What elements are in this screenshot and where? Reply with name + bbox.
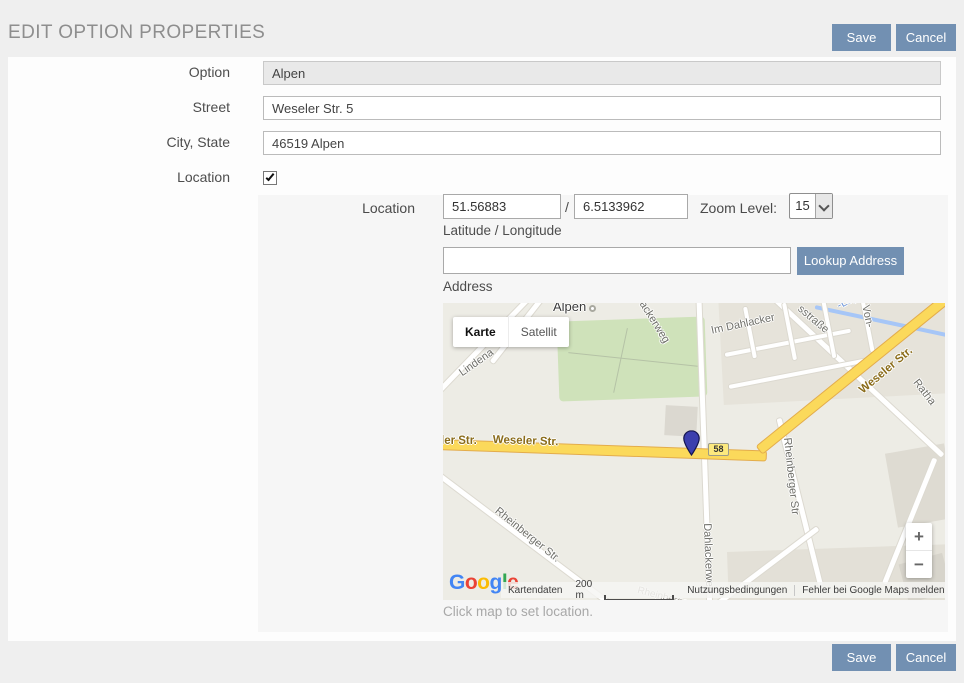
location-label: Location bbox=[8, 169, 230, 185]
cancel-button-bottom[interactable]: Cancel bbox=[896, 644, 956, 671]
city-state-input[interactable] bbox=[263, 131, 941, 155]
edit-option-properties-page: EDIT OPTION PROPERTIES Save Cancel Optio… bbox=[0, 0, 964, 683]
map-canvas[interactable]: Alpen Lindena ackerweg Im Dahlacker sstr… bbox=[443, 303, 945, 600]
map-type-control: Karte Satellit bbox=[453, 317, 569, 347]
cancel-button-top[interactable]: Cancel bbox=[896, 24, 956, 51]
google-logo-letter: G bbox=[449, 571, 465, 594]
map-type-satellit-button[interactable]: Satellit bbox=[508, 317, 569, 347]
map-marker-icon[interactable] bbox=[683, 430, 700, 461]
google-logo-letter: o bbox=[465, 571, 477, 594]
map-attribution-bar: Kartendaten 200 m Nutzungsbedingungen Fe… bbox=[501, 582, 945, 598]
map-zoom-control: + − bbox=[906, 523, 932, 578]
save-button-bottom[interactable]: Save bbox=[832, 644, 891, 671]
map-scale-label: 200 m bbox=[576, 579, 601, 600]
page-title: EDIT OPTION PROPERTIES bbox=[8, 22, 265, 44]
city-state-label: City, State bbox=[8, 134, 230, 150]
option-label: Option bbox=[8, 64, 230, 80]
google-logo-letter: g bbox=[490, 571, 502, 594]
zoom-out-button[interactable]: − bbox=[906, 551, 932, 578]
map-scale: 200 m bbox=[570, 579, 681, 600]
map-street-label-rheinberger-vert: Rheinberger Str bbox=[781, 437, 801, 515]
route-58-badge: 58 bbox=[708, 443, 729, 456]
longitude-input[interactable] bbox=[574, 194, 688, 219]
map-park-path bbox=[568, 352, 697, 367]
map-road-label-weseler-left: ler Str. bbox=[443, 435, 477, 447]
report-error-link[interactable]: Fehler bei Google Maps melden bbox=[794, 585, 945, 596]
map-park-path bbox=[613, 328, 628, 393]
map-scale-bar bbox=[604, 595, 674, 600]
latitude-input[interactable] bbox=[443, 194, 561, 219]
map-place-label: Alpen bbox=[553, 303, 586, 314]
zoom-in-button[interactable]: + bbox=[906, 523, 932, 551]
latlng-hint: Latitude / Longitude bbox=[443, 223, 562, 238]
chevron-down-icon bbox=[815, 194, 832, 218]
location-checkbox[interactable] bbox=[263, 171, 277, 185]
zoom-level-select[interactable]: 15 bbox=[789, 193, 833, 219]
checkmark-icon bbox=[266, 172, 275, 181]
map-type-karte-button[interactable]: Karte bbox=[453, 317, 508, 347]
map-park-area bbox=[557, 316, 708, 401]
map-road-label-weseler-mid: Weseler Str. bbox=[493, 434, 559, 448]
save-button-top[interactable]: Save bbox=[832, 24, 891, 51]
option-input[interactable] bbox=[263, 61, 941, 85]
map-data-label: Kartendaten bbox=[501, 585, 570, 596]
lookup-address-button[interactable]: Lookup Address bbox=[797, 247, 904, 275]
zoom-level-label: Zoom Level: bbox=[700, 200, 777, 216]
street-label: Street bbox=[8, 99, 230, 115]
google-logo-letter: o bbox=[477, 571, 489, 594]
location-coords-label: Location bbox=[258, 200, 415, 216]
map-building-block bbox=[885, 443, 945, 527]
latlng-separator: / bbox=[565, 199, 569, 215]
map-place-dot-icon bbox=[589, 305, 596, 312]
street-input[interactable] bbox=[263, 96, 941, 120]
address-input[interactable] bbox=[443, 247, 791, 274]
zoom-level-value: 15 bbox=[790, 194, 815, 218]
click-map-hint: Click map to set location. bbox=[443, 604, 593, 619]
address-hint: Address bbox=[443, 279, 493, 294]
map-street-label-rheinberger-diag: Rheinberger Str. bbox=[492, 505, 562, 565]
terms-link[interactable]: Nutzungsbedingungen bbox=[680, 585, 794, 596]
